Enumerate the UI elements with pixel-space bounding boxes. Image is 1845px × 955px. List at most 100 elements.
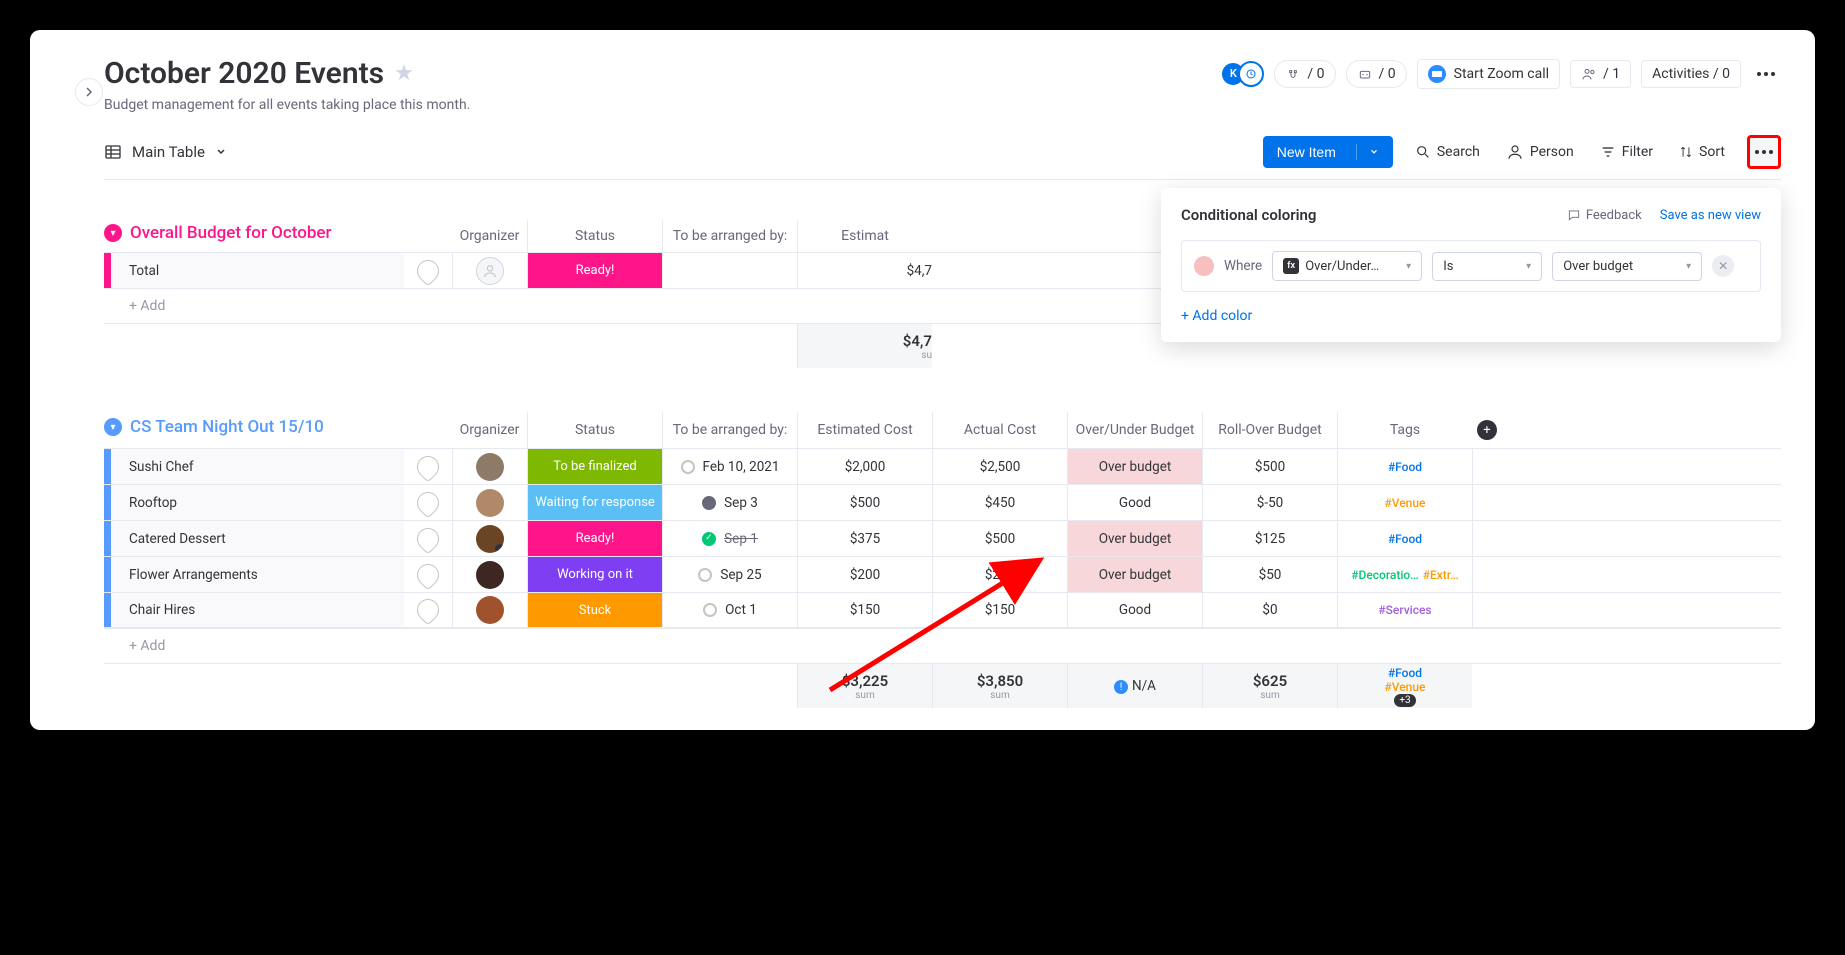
- view-more-button[interactable]: [1747, 135, 1781, 169]
- tag[interactable]: #Services: [1378, 603, 1431, 617]
- estimated-cell[interactable]: $2,000: [797, 449, 932, 484]
- feedback-link[interactable]: Feedback: [1567, 208, 1642, 223]
- new-item-button[interactable]: New Item: [1263, 136, 1393, 168]
- rollover-cell[interactable]: $-50: [1202, 485, 1337, 520]
- board-members-button[interactable]: / 1: [1570, 60, 1631, 88]
- tags-cell[interactable]: #Venue: [1337, 485, 1472, 520]
- item-name[interactable]: Catered Dessert: [111, 521, 404, 556]
- over-under-cell[interactable]: Over budget: [1067, 557, 1202, 592]
- date-cell[interactable]: Oct 1: [662, 593, 797, 627]
- estimated-cell[interactable]: $375: [797, 521, 932, 556]
- zoom-call-button[interactable]: Start Zoom call: [1417, 59, 1560, 89]
- board-more-button[interactable]: [1751, 66, 1781, 82]
- col-estimated[interactable]: Estimat: [797, 220, 932, 252]
- tags-cell[interactable]: #Services: [1337, 593, 1472, 627]
- organizer-cell[interactable]: [452, 449, 527, 484]
- status-cell[interactable]: Ready!: [527, 253, 662, 288]
- col-tags[interactable]: Tags: [1337, 412, 1472, 448]
- date-cell[interactable]: Sep 1: [662, 521, 797, 556]
- table-row[interactable]: Chair Hires Stuck Oct 1 $150 $150 Good $…: [104, 592, 1781, 628]
- table-row[interactable]: Catered Dessert Ready! Sep 1 $375 $500 O…: [104, 520, 1781, 556]
- add-color-link[interactable]: + Add color: [1181, 308, 1252, 324]
- collapse-icon[interactable]: ▾: [104, 418, 122, 436]
- estimated-cell[interactable]: $200: [797, 557, 932, 592]
- add-column[interactable]: +: [1472, 412, 1502, 448]
- actual-cell[interactable]: $2,500: [932, 449, 1067, 484]
- person-filter-button[interactable]: Person: [1502, 137, 1578, 167]
- rollover-cell[interactable]: $50: [1202, 557, 1337, 592]
- estimated-cell[interactable]: $4,7: [797, 253, 932, 288]
- condition-operator-select[interactable]: Is ▾: [1432, 252, 1542, 281]
- over-under-cell[interactable]: Good: [1067, 593, 1202, 627]
- actual-cell[interactable]: $150: [932, 593, 1067, 627]
- table-row[interactable]: Sushi Chef To be finalized Feb 10, 2021 …: [104, 448, 1781, 484]
- tag[interactable]: #Decoratio…: [1351, 568, 1418, 582]
- condition-column-select[interactable]: fxOver/Under… ▾: [1272, 251, 1422, 281]
- save-view-link[interactable]: Save as new view: [1660, 208, 1761, 223]
- color-swatch[interactable]: [1194, 256, 1214, 276]
- over-under-cell[interactable]: Over budget: [1067, 521, 1202, 556]
- group-title[interactable]: ▾ CS Team Night Out 15/10: [104, 412, 404, 448]
- activities-button[interactable]: Activities / 0: [1641, 60, 1741, 88]
- organizer-cell[interactable]: [452, 521, 527, 556]
- table-row[interactable]: Rooftop Waiting for response Sep 3 $500 …: [104, 484, 1781, 520]
- star-icon[interactable]: ★: [394, 61, 414, 86]
- over-under-cell[interactable]: Good: [1067, 485, 1202, 520]
- col-organizer[interactable]: Organizer: [452, 220, 527, 252]
- status-cell[interactable]: Ready!: [527, 521, 662, 556]
- status-cell[interactable]: Stuck: [527, 593, 662, 627]
- actual-cell[interactable]: $450: [932, 485, 1067, 520]
- col-arranged[interactable]: To be arranged by:: [662, 220, 797, 252]
- col-estimated[interactable]: Estimated Cost: [797, 412, 932, 448]
- status-cell[interactable]: Waiting for response: [527, 485, 662, 520]
- date-cell[interactable]: Sep 25: [662, 557, 797, 592]
- condition-value-select[interactable]: Over budget ▾: [1552, 252, 1702, 281]
- rollover-cell[interactable]: $500: [1202, 449, 1337, 484]
- group-title[interactable]: ▾ Overall Budget for October: [104, 220, 404, 252]
- item-name[interactable]: Rooftop: [111, 485, 404, 520]
- tag[interactable]: #Extr…: [1423, 568, 1459, 582]
- organizer-cell[interactable]: [452, 485, 527, 520]
- tags-cell[interactable]: #Food: [1337, 521, 1472, 556]
- col-arranged[interactable]: To be arranged by:: [662, 412, 797, 448]
- col-over-under[interactable]: Over/Under Budget: [1067, 412, 1202, 448]
- collapse-icon[interactable]: ▾: [104, 224, 122, 242]
- col-actual[interactable]: Actual Cost: [932, 412, 1067, 448]
- item-name[interactable]: Sushi Chef: [111, 449, 404, 484]
- integration-count-2[interactable]: / 0: [1346, 60, 1407, 88]
- comment-button[interactable]: [404, 485, 452, 520]
- view-selector[interactable]: Main Table: [104, 143, 227, 161]
- more-tags-badge[interactable]: +3: [1394, 694, 1415, 707]
- estimated-cell[interactable]: $500: [797, 485, 932, 520]
- comment-button[interactable]: [404, 557, 452, 592]
- col-organizer[interactable]: Organizer: [452, 412, 527, 448]
- item-name[interactable]: Flower Arrangements: [111, 557, 404, 592]
- table-row[interactable]: Flower Arrangements Working on it Sep 25…: [104, 556, 1781, 592]
- col-rollover[interactable]: Roll-Over Budget: [1202, 412, 1337, 448]
- over-under-cell[interactable]: Over budget: [1067, 449, 1202, 484]
- tags-cell[interactable]: #Decoratio… #Extr…: [1337, 557, 1472, 592]
- organizer-cell[interactable]: [452, 557, 527, 592]
- sort-button[interactable]: Sort: [1675, 138, 1729, 166]
- remove-condition-button[interactable]: ✕: [1712, 255, 1734, 277]
- tag[interactable]: #Food: [1388, 532, 1422, 546]
- comment-button[interactable]: [404, 521, 452, 556]
- comment-button[interactable]: [404, 253, 452, 288]
- estimated-cell[interactable]: $150: [797, 593, 932, 627]
- tags-cell[interactable]: #Food: [1337, 449, 1472, 484]
- date-cell[interactable]: [662, 253, 797, 288]
- tag[interactable]: #Venue: [1385, 496, 1426, 510]
- status-cell[interactable]: Working on it: [527, 557, 662, 592]
- comment-button[interactable]: [404, 449, 452, 484]
- item-name[interactable]: Chair Hires: [111, 593, 404, 627]
- search-button[interactable]: Search: [1411, 138, 1484, 166]
- organizer-cell[interactable]: [452, 593, 527, 627]
- col-status[interactable]: Status: [527, 220, 662, 252]
- tag[interactable]: #Food: [1388, 460, 1422, 474]
- organizer-cell[interactable]: [452, 253, 527, 288]
- board-avatars[interactable]: K: [1220, 61, 1264, 87]
- item-name[interactable]: Total: [111, 253, 404, 288]
- rollover-cell[interactable]: $0: [1202, 593, 1337, 627]
- status-cell[interactable]: To be finalized: [527, 449, 662, 484]
- date-cell[interactable]: Sep 3: [662, 485, 797, 520]
